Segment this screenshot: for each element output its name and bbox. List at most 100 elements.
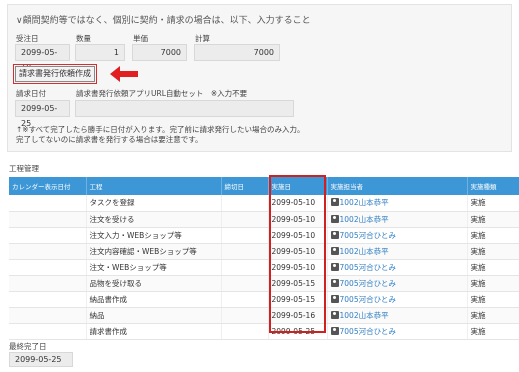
cell-step: 納品書作成: [86, 291, 222, 308]
cell-deadline: [221, 291, 269, 308]
billing-section-title[interactable]: ∨顧問契約等ではなく、個別に契約・請求の場合は、以下、入力すること: [16, 13, 311, 26]
invoice-date-label: 請求日付: [16, 89, 46, 98]
column-header-date[interactable]: 実施日: [268, 177, 328, 195]
cell-type: 実施: [467, 307, 519, 324]
table-row: 注文・WEBショップ等 2099-05-10 7005河合ひとみ 実施: [9, 259, 519, 276]
cell-type: 実施: [467, 227, 519, 244]
cell-person[interactable]: 1002山本恭平: [327, 307, 468, 324]
quantity-label: 数量: [76, 34, 91, 43]
column-header-step[interactable]: 工程: [86, 177, 222, 195]
cell-date: 2099-05-15: [268, 291, 328, 308]
person-link[interactable]: 1002山本恭平: [340, 198, 389, 207]
cell-type: 実施: [467, 259, 519, 276]
cell-step: タスクを登録: [86, 195, 222, 212]
cell-calendar: [9, 259, 87, 276]
process-table: カレンダー表示日付 工程 締切日 実施日 実施担当者 実施種類 タスクを登録 2…: [9, 177, 519, 340]
column-header-person[interactable]: 実施担当者: [327, 177, 468, 195]
cell-deadline: [221, 307, 269, 324]
table-header-row: カレンダー表示日付 工程 締切日 実施日 実施担当者 実施種類: [9, 177, 519, 195]
user-icon: [330, 230, 339, 239]
cell-calendar: [9, 195, 87, 212]
user-icon: [330, 198, 339, 207]
cell-deadline: [221, 323, 269, 340]
order-date-field[interactable]: 2099-05-10: [15, 44, 70, 72]
user-icon: [330, 310, 339, 319]
final-completion-field: 2099-05-25: [9, 352, 73, 367]
cell-calendar: [9, 291, 87, 308]
table-row: 注文を受ける 2099-05-10 1002山本恭平 実施: [9, 211, 519, 228]
cell-type: 実施: [467, 195, 519, 212]
cell-person[interactable]: 1002山本恭平: [327, 195, 468, 212]
person-link[interactable]: 7005河合ひとみ: [340, 295, 396, 304]
cell-step: 注文内容確認・WEBショップ等: [86, 243, 222, 260]
cell-deadline: [221, 275, 269, 292]
person-link[interactable]: 7005河合ひとみ: [340, 327, 396, 336]
cell-date: 2099-05-10: [268, 227, 328, 244]
cell-type: 実施: [467, 291, 519, 308]
person-link[interactable]: 1002山本恭平: [340, 311, 389, 320]
cell-step: 注文を受ける: [86, 211, 222, 228]
process-section-title: 工程管理: [9, 164, 39, 173]
user-icon: [330, 326, 339, 335]
user-icon: [330, 278, 339, 287]
cell-type: 実施: [467, 243, 519, 260]
cell-step: 納品: [86, 307, 222, 324]
column-header-calendar[interactable]: カレンダー表示日付: [9, 177, 87, 195]
quantity-field[interactable]: 1: [75, 44, 125, 61]
cell-date: 2099-05-16: [268, 307, 328, 324]
person-link[interactable]: 7005河合ひとみ: [340, 231, 396, 240]
table-row: 品物を受け取る 2099-05-15 7005河合ひとみ 実施: [9, 275, 519, 292]
arrow-left-icon: [110, 66, 138, 82]
unit-price-label: 単価: [133, 34, 148, 43]
cell-date: 2099-05-10: [268, 211, 328, 228]
user-icon: [330, 246, 339, 255]
total-field: 7000: [194, 44, 280, 61]
person-link[interactable]: 1002山本恭平: [340, 215, 389, 224]
auto-url-field: [75, 100, 294, 117]
cell-date: 2099-05-25: [268, 323, 328, 340]
cell-person[interactable]: 7005河合ひとみ: [327, 259, 468, 276]
cell-type: 実施: [467, 211, 519, 228]
unit-price-field[interactable]: 7000: [132, 44, 187, 61]
table-row: 納品書作成 2099-05-15 7005河合ひとみ 実施: [9, 291, 519, 308]
cell-date: 2099-05-10: [268, 243, 328, 260]
final-completion-label: 最終完了日: [9, 342, 47, 351]
cell-deadline: [221, 195, 269, 212]
table-row: 請求書作成 2099-05-25 7005河合ひとみ 実施: [9, 323, 519, 340]
cell-deadline: [221, 227, 269, 244]
auto-url-label: 請求書発行依頼アプリURL自動セット ※入力不要: [76, 89, 248, 98]
cell-calendar: [9, 227, 87, 244]
column-header-deadline[interactable]: 締切日: [221, 177, 269, 195]
cell-deadline: [221, 259, 269, 276]
cell-calendar: [9, 211, 87, 228]
cell-person[interactable]: 1002山本恭平: [327, 243, 468, 260]
cell-person[interactable]: 7005河合ひとみ: [327, 323, 468, 340]
cell-step: 注文入力・WEBショップ等: [86, 227, 222, 244]
cell-date: 2099-05-15: [268, 275, 328, 292]
invoice-date-field[interactable]: 2099-05-25: [15, 100, 70, 128]
cell-person[interactable]: 7005河合ひとみ: [327, 275, 468, 292]
column-header-type[interactable]: 実施種類: [467, 177, 519, 195]
cell-deadline: [221, 211, 269, 228]
cell-step: 品物を受け取る: [86, 275, 222, 292]
table-row: 納品 2099-05-16 1002山本恭平 実施: [9, 307, 519, 324]
person-link[interactable]: 7005河合ひとみ: [340, 279, 396, 288]
cell-calendar: [9, 275, 87, 292]
table-row: 注文内容確認・WEBショップ等 2099-05-10 1002山本恭平 実施: [9, 243, 519, 260]
cell-calendar: [9, 307, 87, 324]
cell-date: 2099-05-10: [268, 195, 328, 212]
cell-calendar: [9, 243, 87, 260]
cell-person[interactable]: 7005河合ひとみ: [327, 227, 468, 244]
cell-date: 2099-05-10: [268, 259, 328, 276]
cell-person[interactable]: 7005河合ひとみ: [327, 291, 468, 308]
cell-person[interactable]: 1002山本恭平: [327, 211, 468, 228]
person-link[interactable]: 7005河合ひとみ: [340, 263, 396, 272]
create-invoice-request-button[interactable]: 請求書発行依頼作成: [13, 64, 97, 84]
table-row: 注文入力・WEBショップ等 2099-05-10 7005河合ひとみ 実施: [9, 227, 519, 244]
cell-step: 請求書作成: [86, 323, 222, 340]
table-row: タスクを登録 2099-05-10 1002山本恭平 実施: [9, 195, 519, 212]
total-label: 計算: [195, 34, 210, 43]
person-link[interactable]: 1002山本恭平: [340, 247, 389, 256]
cell-type: 実施: [467, 323, 519, 340]
user-icon: [330, 262, 339, 271]
